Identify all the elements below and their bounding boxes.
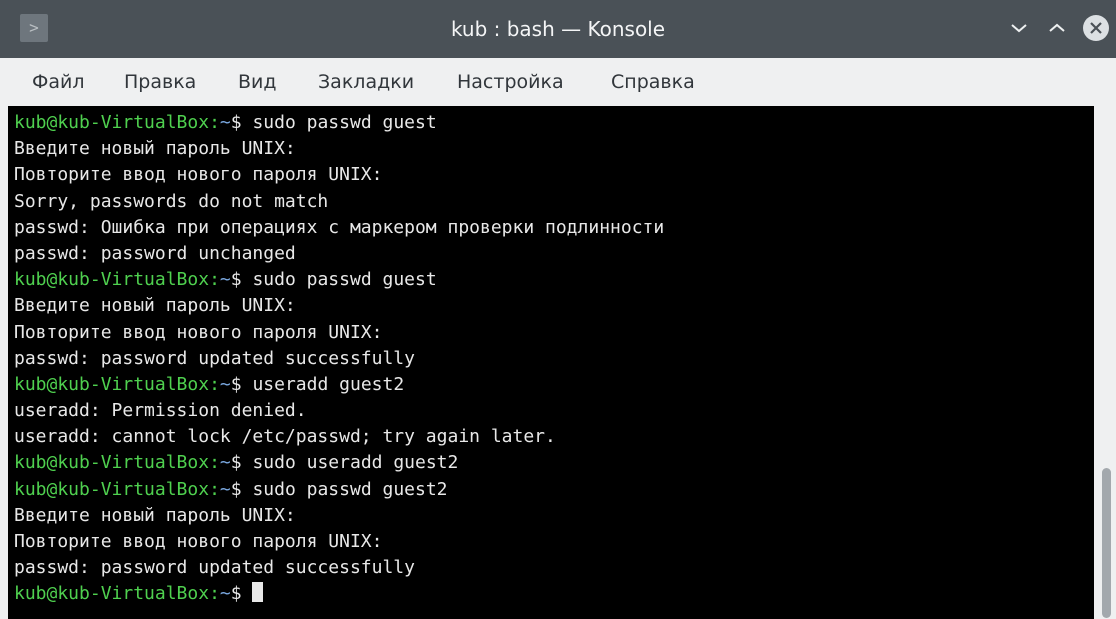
prompt-user: kub@kub-VirtualBox: [14, 112, 210, 133]
prompt-directory: ~: [219, 452, 231, 474]
prompt-separator: :: [209, 583, 220, 605]
menu-help[interactable]: Справка: [611, 58, 695, 106]
terminal-command-line: kub@kub-VirtualBox:~$ sudo passwd guest2: [14, 477, 664, 503]
terminal-output-line: Повторите ввод нового пароля UNIX:: [14, 162, 664, 188]
prompt-separator: :: [209, 373, 220, 395]
prompt-directory: ~: [219, 112, 231, 133]
prompt-user: kub@kub-VirtualBox: [14, 373, 210, 395]
terminal-command-line: kub@kub-VirtualBox:~$ sudo useradd guest…: [14, 450, 664, 476]
terminal-output-line: passwd: password updated successfully: [14, 346, 664, 372]
menu-edit[interactable]: Правка: [124, 58, 196, 106]
menu-file[interactable]: Файл: [32, 58, 85, 106]
output-text: Sorry, passwords do not match: [14, 190, 329, 212]
terminal-output-line: Повторите ввод нового пароля UNIX:: [14, 320, 664, 346]
chevron-down-icon[interactable]: [1006, 15, 1032, 41]
scrollbar[interactable]: [1096, 106, 1116, 619]
output-text: Введите новый пароль UNIX:: [14, 504, 296, 526]
close-icon[interactable]: [1083, 15, 1109, 41]
terminal-output-line: passwd: password unchanged: [14, 241, 664, 267]
prompt-user: kub@kub-VirtualBox: [14, 452, 210, 474]
terminal-command-line: kub@kub-VirtualBox:~$: [14, 581, 664, 607]
prompt-user: kub@kub-VirtualBox: [14, 269, 210, 291]
terminal-icon[interactable]: >: [20, 14, 48, 42]
prompt-symbol: $: [230, 583, 242, 605]
terminal-command-line: kub@kub-VirtualBox:~$ sudo passwd guest: [14, 110, 664, 136]
konsole-window: kub : bash — Konsole > Файл Правка Вид З…: [0, 0, 1116, 619]
prompt-symbol: $: [230, 452, 242, 474]
menu-settings[interactable]: Настройка: [457, 58, 564, 106]
terminal-output-line: useradd: cannot lock /etc/passwd; try ag…: [14, 424, 664, 450]
output-text: passwd: password unchanged: [14, 242, 296, 264]
prompt-user: kub@kub-VirtualBox: [14, 583, 210, 605]
output-text: passwd: password updated successfully: [14, 557, 415, 579]
prompt-symbol: $: [230, 478, 242, 500]
prompt-directory: ~: [219, 373, 231, 395]
scrollbar-thumb[interactable]: [1102, 468, 1111, 618]
terminal-output-line: useradd: Permission denied.: [14, 398, 664, 424]
menu-bookmarks[interactable]: Закладки: [318, 58, 414, 106]
command-text: sudo passwd guest: [252, 269, 437, 291]
output-text: Повторите ввод нового пароля UNIX:: [14, 164, 383, 186]
output-text: useradd: cannot lock /etc/passwd; try ag…: [14, 426, 556, 448]
terminal-output-line: Введите новый пароль UNIX:: [14, 136, 664, 162]
terminal-command-line: kub@kub-VirtualBox:~$ useradd guest2: [14, 372, 664, 398]
output-text: passwd: password updated successfully: [14, 347, 415, 369]
output-text: Повторите ввод нового пароля UNIX:: [14, 531, 383, 552]
window-title: kub : bash — Konsole: [450, 17, 666, 41]
prompt-separator: :: [209, 478, 220, 500]
terminal-output-line: Повторите ввод нового пароля UNIX:: [14, 529, 664, 555]
terminal-output-line: passwd: Ошибка при операциях с маркером …: [14, 215, 664, 241]
title-bar[interactable]: kub : bash — Konsole >: [0, 0, 1116, 58]
terminal-output-line: Введите новый пароль UNIX:: [14, 293, 664, 319]
terminal-output-line: Введите новый пароль UNIX:: [14, 503, 664, 529]
terminal-output-line: Sorry, passwords do not match: [14, 189, 664, 215]
chevron-up-icon[interactable]: [1044, 15, 1070, 41]
prompt-separator: :: [209, 452, 220, 474]
prompt-symbol: $: [230, 112, 242, 133]
output-text: Введите новый пароль UNIX:: [14, 295, 296, 317]
command-text: sudo passwd guest2: [252, 478, 448, 500]
prompt-user: kub@kub-VirtualBox: [14, 478, 210, 500]
prompt-separator: :: [209, 112, 220, 133]
terminal-command-line: kub@kub-VirtualBox:~$ sudo passwd guest: [14, 267, 664, 293]
output-text: Повторите ввод нового пароля UNIX:: [14, 321, 383, 343]
prompt-symbol: $: [230, 269, 242, 291]
terminal-lines: kub@kub-VirtualBox:~$ sudo passwd guest В…: [14, 110, 664, 608]
command-text: sudo passwd guest: [252, 112, 437, 133]
command-text: sudo useradd guest2: [252, 452, 459, 474]
prompt-directory: ~: [219, 583, 231, 605]
output-text: passwd: Ошибка при операциях с маркером …: [14, 216, 665, 238]
menu-view[interactable]: Вид: [238, 58, 277, 106]
command-text: useradd guest2: [252, 373, 405, 395]
output-text: Введите новый пароль UNIX:: [14, 138, 296, 160]
prompt-directory: ~: [219, 269, 231, 291]
output-text: useradd: Permission denied.: [14, 400, 307, 422]
menu-bar: Файл Правка Вид Закладки Настройка Справ…: [0, 58, 1116, 106]
text-cursor: [252, 582, 264, 603]
terminal-output[interactable]: kub@kub-VirtualBox:~$ sudo passwd guest В…: [8, 106, 1094, 619]
prompt-symbol: $: [230, 373, 242, 395]
prompt-separator: :: [209, 269, 220, 291]
terminal-output-line: passwd: password updated successfully: [14, 555, 664, 581]
prompt-directory: ~: [219, 478, 231, 500]
